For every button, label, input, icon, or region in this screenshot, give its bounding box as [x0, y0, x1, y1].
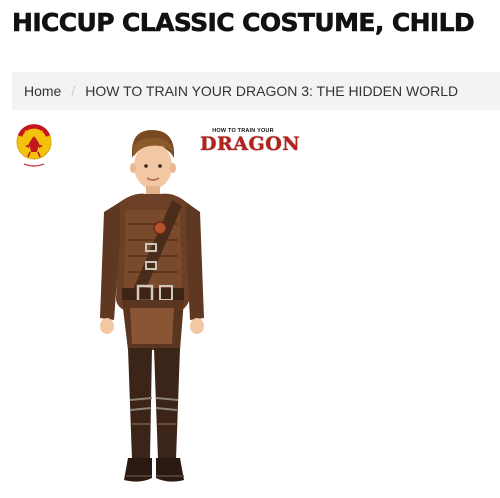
- breadcrumb-home-link[interactable]: Home: [24, 83, 61, 99]
- svg-text:RUBIES: RUBIES: [25, 131, 45, 137]
- rubies-logo: RUBIES: [16, 124, 52, 167]
- costume-photo: [100, 130, 204, 482]
- breadcrumb-separator: /: [71, 83, 76, 99]
- breadcrumb: Home / HOW TO TRAIN YOUR DRAGON 3: THE H…: [12, 72, 500, 110]
- franchise-logo-big-text: DRAGON: [200, 133, 301, 155]
- franchise-logo: HOW TO TRAIN YOUR DRAGON: [200, 128, 301, 156]
- page-title: HICCUP CLASSIC COSTUME, CHILD: [12, 8, 475, 38]
- breadcrumb-category-link[interactable]: HOW TO TRAIN YOUR DRAGON 3: THE HIDDEN W…: [85, 83, 458, 99]
- product-image[interactable]: [12, 118, 500, 496]
